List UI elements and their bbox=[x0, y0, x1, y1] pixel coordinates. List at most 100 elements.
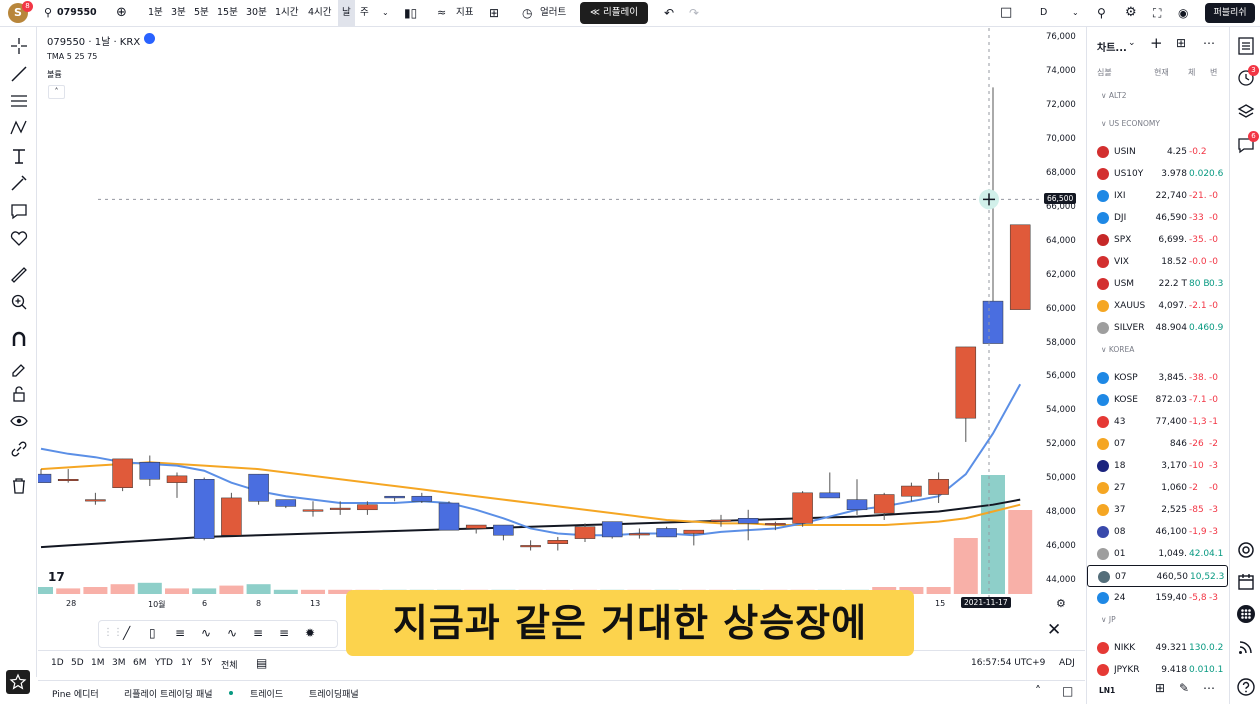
watchlist-row[interactable]: USM 22.2 T 80 B 0.3 bbox=[1087, 273, 1228, 295]
watchlist-row[interactable]: VIX 18.52 -0.0 -0 bbox=[1087, 251, 1228, 273]
maximize-icon[interactable]: □ bbox=[1062, 684, 1073, 698]
watchlist-section-1[interactable]: ∨ US ECONOMY bbox=[1101, 119, 1160, 128]
lock-icon[interactable] bbox=[9, 384, 29, 404]
interval-4h[interactable]: 4시간 bbox=[308, 0, 332, 26]
interval-1h[interactable]: 1시간 bbox=[275, 0, 299, 26]
close-icon[interactable]: ✕ bbox=[1047, 620, 1061, 640]
layout-icon[interactable]: □ bbox=[1000, 0, 1012, 26]
tab-pine-editor[interactable]: Pine 에디터 bbox=[52, 687, 99, 700]
quick-search-icon[interactable]: ⚲ bbox=[1097, 0, 1106, 26]
watchlist-row[interactable]: IXI 22,740 -21. -0 bbox=[1087, 185, 1228, 207]
broadcast-icon[interactable] bbox=[1236, 637, 1256, 657]
tab-trading-panel[interactable]: 트레이딩패널 bbox=[309, 687, 359, 700]
watchlist-row[interactable]: US10Y 3.978 0.02 0.6 bbox=[1087, 163, 1228, 185]
fib-time-tool-icon[interactable]: ≡ bbox=[279, 626, 289, 640]
indicator-legend[interactable]: TMA 5 25 75 bbox=[47, 52, 97, 61]
range-ytd[interactable]: YTD bbox=[155, 658, 173, 668]
watchlist-row[interactable]: KOSE 872.03 -7.1 -0 bbox=[1087, 389, 1228, 411]
watchlist-section-0[interactable]: ∨ ALT2 bbox=[1101, 91, 1127, 100]
search-icon[interactable]: ⚲ bbox=[44, 0, 52, 26]
layers-icon[interactable] bbox=[1236, 102, 1256, 122]
wave-tool-icon[interactable]: ∿ bbox=[227, 626, 237, 640]
watchlist-row[interactable]: 07 846 -26 -2 bbox=[1087, 433, 1228, 455]
text-tool-icon[interactable] bbox=[9, 146, 29, 166]
range-3m[interactable]: 3M bbox=[112, 658, 126, 668]
col-change[interactable]: 체 bbox=[1188, 67, 1195, 78]
comment-icon[interactable] bbox=[9, 201, 29, 221]
chart-pane[interactable]: 079550 · 1날 · KRX TMA 5 25 75 볼륨 ˄ 17 bbox=[38, 28, 1085, 598]
more-icon[interactable]: ⋯ bbox=[1203, 681, 1215, 695]
watchlist-title[interactable]: 차트... bbox=[1097, 39, 1127, 54]
eye-icon[interactable] bbox=[9, 411, 29, 431]
chevron-down-icon[interactable]: ⌄ bbox=[1072, 0, 1079, 26]
chevron-down-icon[interactable]: ⌄ bbox=[382, 0, 389, 26]
pattern-icon[interactable] bbox=[9, 118, 29, 138]
drag-handle-icon[interactable]: ⋮⋮ bbox=[103, 627, 123, 638]
fib-tool-icon[interactable]: ≡ bbox=[175, 626, 185, 640]
watchlist-row[interactable]: 07 460,50 10,5 2.3 bbox=[1087, 565, 1228, 587]
apps-icon[interactable] bbox=[1236, 604, 1256, 624]
replay-button[interactable]: ≪ 리플레이 bbox=[580, 2, 648, 24]
watchlist-row[interactable]: 08 46,100 -1,9 -3 bbox=[1087, 521, 1228, 543]
date-range-icon[interactable]: ▤ bbox=[256, 656, 267, 670]
brush-icon[interactable] bbox=[9, 173, 29, 193]
watchlist-icon[interactable] bbox=[1236, 36, 1256, 56]
volume-legend[interactable]: 볼륨 bbox=[47, 69, 62, 80]
range-5d[interactable]: 5D bbox=[71, 658, 84, 668]
chart-title[interactable]: 079550 · 1날 · KRX bbox=[47, 33, 140, 48]
lock-drawing-icon[interactable] bbox=[9, 357, 29, 377]
gann-tool-icon[interactable]: ✹ bbox=[305, 626, 315, 640]
zoom-in-icon[interactable] bbox=[9, 292, 29, 312]
settings-icon[interactable]: ⚙ bbox=[1125, 0, 1137, 26]
watchlist-row[interactable]: NIKK 49.321 130. 0.2 bbox=[1087, 637, 1228, 659]
heart-icon[interactable] bbox=[9, 228, 29, 248]
watchlist-layout-icon[interactable]: ⊞ bbox=[1176, 36, 1186, 50]
star-icon[interactable] bbox=[6, 670, 30, 694]
layout-letter[interactable]: D bbox=[1040, 0, 1047, 26]
fullscreen-icon[interactable]: ⛶ bbox=[1153, 0, 1161, 26]
watchlist-row[interactable]: XAUUS 4,097. -2.1 -0 bbox=[1087, 295, 1228, 317]
watchlist-row[interactable]: SPX 6,699. -35. -0 bbox=[1087, 229, 1228, 251]
price-chart[interactable] bbox=[38, 28, 1085, 598]
crosshair-icon[interactable] bbox=[9, 36, 29, 56]
watchlist-section-2[interactable]: ∨ KOREA bbox=[1101, 345, 1134, 354]
magnet-icon[interactable] bbox=[9, 329, 29, 349]
watchlist-row[interactable]: USIN 4.25 -0.2 bbox=[1087, 141, 1228, 163]
col-symbol[interactable]: 심볼 bbox=[1097, 67, 1112, 78]
line-tool-icon[interactable]: ╱ bbox=[123, 626, 130, 640]
footer-edit-icon[interactable]: ✎ bbox=[1179, 681, 1189, 695]
fib-icon[interactable] bbox=[9, 91, 29, 111]
indicators-icon[interactable]: ≈ bbox=[437, 0, 446, 26]
watchlist-row[interactable]: 01 1,049. 42.0 4.1 bbox=[1087, 543, 1228, 565]
interval-30m[interactable]: 30분 bbox=[246, 0, 267, 26]
col-pct[interactable]: 변 bbox=[1210, 67, 1217, 78]
range-6m[interactable]: 6M bbox=[133, 658, 147, 668]
interval-5m[interactable]: 5분 bbox=[194, 0, 209, 26]
trash-icon[interactable] bbox=[9, 476, 29, 496]
watchlist-row[interactable]: SILVER 48.904 0.46 0.9 bbox=[1087, 317, 1228, 339]
alert-icon[interactable]: ◷ bbox=[522, 0, 532, 26]
watchlist-row[interactable]: JPYKR 9.418 0.01 0.1 bbox=[1087, 659, 1228, 681]
clock-time[interactable]: 16:57:54 UTC+9 bbox=[971, 658, 1045, 668]
watchlist-row[interactable]: 43 77,400 -1,3 -1 bbox=[1087, 411, 1228, 433]
help-icon[interactable] bbox=[1236, 677, 1256, 697]
camera-icon[interactable]: ◉ bbox=[1178, 0, 1188, 26]
symbol-search[interactable]: 079550 bbox=[57, 0, 97, 26]
range-1d[interactable]: 1D bbox=[51, 658, 64, 668]
footer-grid-icon[interactable]: ⊞ bbox=[1155, 681, 1165, 695]
watchlist-row[interactable]: KOSP 3,845. -38. -0 bbox=[1087, 367, 1228, 389]
target-icon[interactable] bbox=[1236, 540, 1256, 560]
interval-1m[interactable]: 1분 bbox=[148, 0, 163, 26]
watchlist-row[interactable]: 18 3,170 -10 -3 bbox=[1087, 455, 1228, 477]
interval-week[interactable]: 주 bbox=[360, 0, 369, 26]
alert-button[interactable]: 얼러트 bbox=[540, 0, 566, 26]
range-all[interactable]: 전체 bbox=[221, 658, 238, 671]
fib-ext-tool-icon[interactable]: ≡ bbox=[253, 626, 263, 640]
range-1y[interactable]: 1Y bbox=[181, 658, 192, 668]
trend-line-icon[interactable] bbox=[9, 64, 29, 84]
footer-symbol[interactable]: LN1 bbox=[1099, 686, 1115, 695]
templates-icon[interactable]: ⊞ bbox=[489, 0, 499, 26]
collapse-legend-button[interactable]: ˄ bbox=[48, 85, 65, 99]
tab-trade[interactable]: 트레이드 bbox=[250, 687, 283, 700]
interval-15m[interactable]: 15분 bbox=[217, 0, 238, 26]
